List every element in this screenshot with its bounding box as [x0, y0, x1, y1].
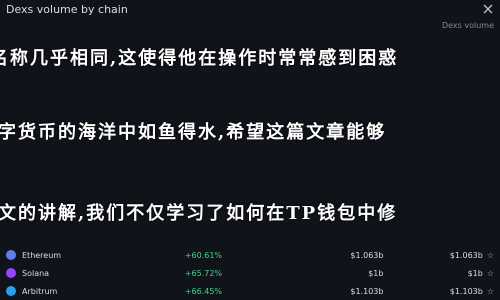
panel-title: Dexs volume by chain	[6, 2, 128, 16]
star-icon[interactable]: ☆	[487, 287, 494, 296]
ethereum-icon	[6, 250, 16, 260]
chain-volume-total: $1.103b	[449, 286, 483, 296]
panel-subheader: Dexs volume	[0, 18, 500, 32]
chain-volume: $1.063b	[350, 250, 384, 260]
star-icon[interactable]: ☆	[487, 269, 494, 278]
close-icon[interactable]	[482, 3, 494, 15]
chain-name: Solana	[22, 268, 50, 278]
chain-change: +60.61%	[184, 250, 223, 260]
chain-change: +66.45%	[184, 286, 223, 296]
chain-change: +65.72%	[184, 268, 223, 278]
dex-volume-panel: Dexs volume by chain Dexs volume Ethereu…	[0, 0, 500, 300]
chain-cell: Ethereum	[6, 250, 185, 260]
subheader-subtitle: Dexs volume	[441, 20, 494, 30]
overlay-text-line: 字货币的海洋中如鱼得水,希望这篇文章能够	[0, 122, 387, 143]
panel-header: Dexs volume by chain	[0, 0, 500, 18]
overlay-text-line: 文的讲解,我们不仅学习了如何在TP钱包中修	[0, 203, 398, 224]
chain-volume: $1b	[368, 268, 384, 278]
chain-cell: Arbitrum	[6, 286, 185, 296]
chain-name: Ethereum	[22, 250, 62, 260]
chain-row[interactable]: Ethereum +60.61% $1.063b $1.063b ☆	[0, 246, 500, 264]
chain-volume-total: $1b	[467, 268, 483, 278]
solana-icon	[6, 268, 16, 278]
chain-cell: Solana	[6, 268, 185, 278]
chain-volume-total: $1.063b	[449, 250, 483, 260]
arbitrum-icon	[6, 286, 16, 296]
chain-row[interactable]: Solana +65.72% $1b $1b ☆	[0, 264, 500, 282]
subheader-right: Dexs volume	[442, 21, 494, 30]
chain-name: Arbitrum	[22, 286, 58, 296]
overlay-text-line: 名称几乎相同,这使得他在操作时常常感到困惑	[0, 48, 399, 69]
chain-row[interactable]: Arbitrum +66.45% $1.103b $1.103b ☆	[0, 282, 500, 300]
star-icon[interactable]: ☆	[487, 251, 494, 260]
chain-volume: $1.103b	[350, 286, 384, 296]
